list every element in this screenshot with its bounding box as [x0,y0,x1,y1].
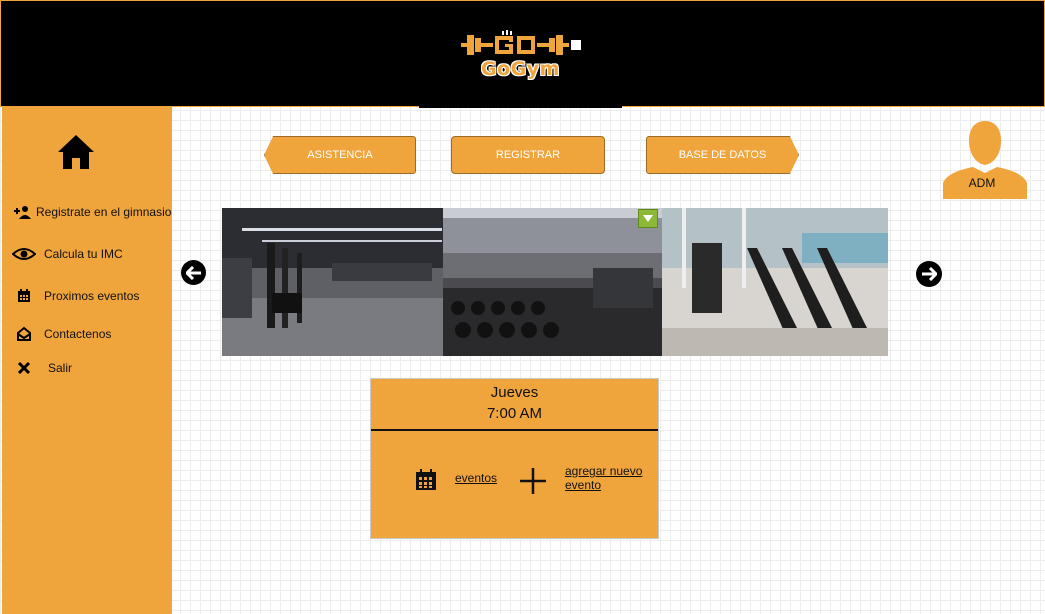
sidebar: Registrate en el gimnasio Calcula tu IMC… [2,107,172,614]
sidebar-item-contact[interactable]: Contactenos [12,326,111,342]
chevron-down-icon [643,215,653,222]
events-link[interactable]: eventos [455,471,497,485]
event-time: 7:00 AM [486,405,543,422]
event-day: Jueves [490,384,539,401]
add-event-link[interactable]: agregar nuevo evento [565,464,655,492]
calendar-icon [12,288,36,304]
sidebar-item-events[interactable]: Proximos eventos [12,288,139,304]
sidebar-item-imc[interactable]: Calcula tu IMC [12,246,123,262]
add-user-icon [12,204,32,220]
sidebar-item-label: Proximos eventos [44,289,140,303]
sidebar-item-register[interactable]: Registrate en el gimnasio [12,204,171,220]
user-role-label: ADM [968,176,996,190]
carousel-dropdown-toggle[interactable] [638,209,658,228]
gym-photo-treadmills [662,208,888,356]
plus-icon[interactable] [519,467,547,495]
sidebar-item-label: Registrate en el gimnasio [36,205,172,219]
envelope-icon [12,326,36,342]
calendar-icon [416,469,436,490]
dumbbell-logo-icon [460,29,581,55]
gym-photo-dumbbells [443,208,662,356]
carousel-next-button[interactable] [916,261,942,287]
divider [371,429,658,431]
sidebar-item-label: Contactenos [44,327,112,341]
logo-text: GoGym [481,57,560,80]
event-card: Jueves 7:00 AM eventos agregar nuevo eve… [370,378,659,539]
sidebar-item-label: Salir [48,361,73,375]
asistencia-button[interactable]: ASISTENCIA [264,136,416,174]
close-icon [12,360,36,376]
sidebar-item-label: Calcula tu IMC [44,247,123,261]
home-icon[interactable] [56,132,96,172]
arrow-left-icon [185,265,201,280]
header-bar: GoGym [0,0,1045,108]
gogym-logo[interactable]: GoGym [419,1,622,108]
arrow-right-icon [922,267,937,281]
base-de-datos-button[interactable]: BASE DE DATOS [646,136,799,174]
gym-photo-weights-room [222,208,443,356]
registrar-button[interactable]: REGISTRAR [451,136,605,174]
carousel-prev-button[interactable] [181,260,206,285]
eye-icon [12,246,36,262]
sidebar-item-logout[interactable]: Salir [12,360,72,376]
